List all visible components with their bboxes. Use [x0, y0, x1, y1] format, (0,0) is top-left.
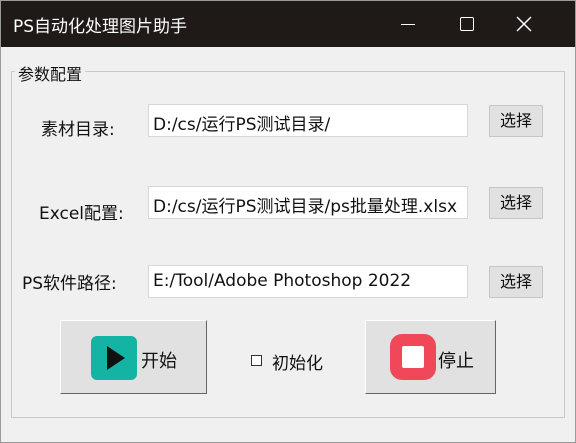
- stop-icon-square: [402, 346, 424, 368]
- window-title: PS自动化处理图片助手: [13, 17, 188, 37]
- start-button-label: 开始: [141, 351, 177, 372]
- close-button[interactable]: [496, 1, 552, 47]
- init-checkbox[interactable]: [251, 355, 262, 366]
- app-window: PS自动化处理图片助手 参数配置 素材目录: D:/cs/运行PS测试目录/ 选…: [0, 0, 576, 443]
- maximize-icon: [460, 17, 474, 31]
- params-group-label: 参数配置: [15, 61, 86, 85]
- excel-config-input[interactable]: D:/cs/运行PS测试目录/ps批量处理.xlsx: [148, 186, 468, 219]
- stop-button-label: 停止: [438, 351, 474, 372]
- start-button[interactable]: 开始: [60, 320, 207, 394]
- ps-path-select-button[interactable]: 选择: [489, 266, 543, 298]
- title-bar[interactable]: PS自动化处理图片助手: [1, 1, 575, 47]
- stop-button[interactable]: 停止: [365, 320, 496, 394]
- excel-config-label: Excel配置:: [39, 204, 124, 224]
- init-checkbox-label[interactable]: 初始化: [272, 349, 323, 374]
- material-dir-label: 素材目录:: [41, 120, 115, 140]
- material-dir-select-button[interactable]: 选择: [489, 105, 543, 137]
- maximize-button[interactable]: [438, 1, 494, 47]
- play-icon: [91, 336, 137, 380]
- ps-path-input[interactable]: E:/Tool/Adobe Photoshop 2022: [148, 265, 468, 298]
- minimize-button[interactable]: [380, 1, 436, 47]
- stop-icon: [390, 334, 436, 380]
- minimize-icon: [401, 24, 415, 25]
- material-dir-input[interactable]: D:/cs/运行PS测试目录/: [148, 104, 468, 137]
- ps-path-label: PS软件路径:: [22, 274, 117, 294]
- close-icon: [516, 16, 532, 32]
- excel-config-select-button[interactable]: 选择: [489, 187, 543, 219]
